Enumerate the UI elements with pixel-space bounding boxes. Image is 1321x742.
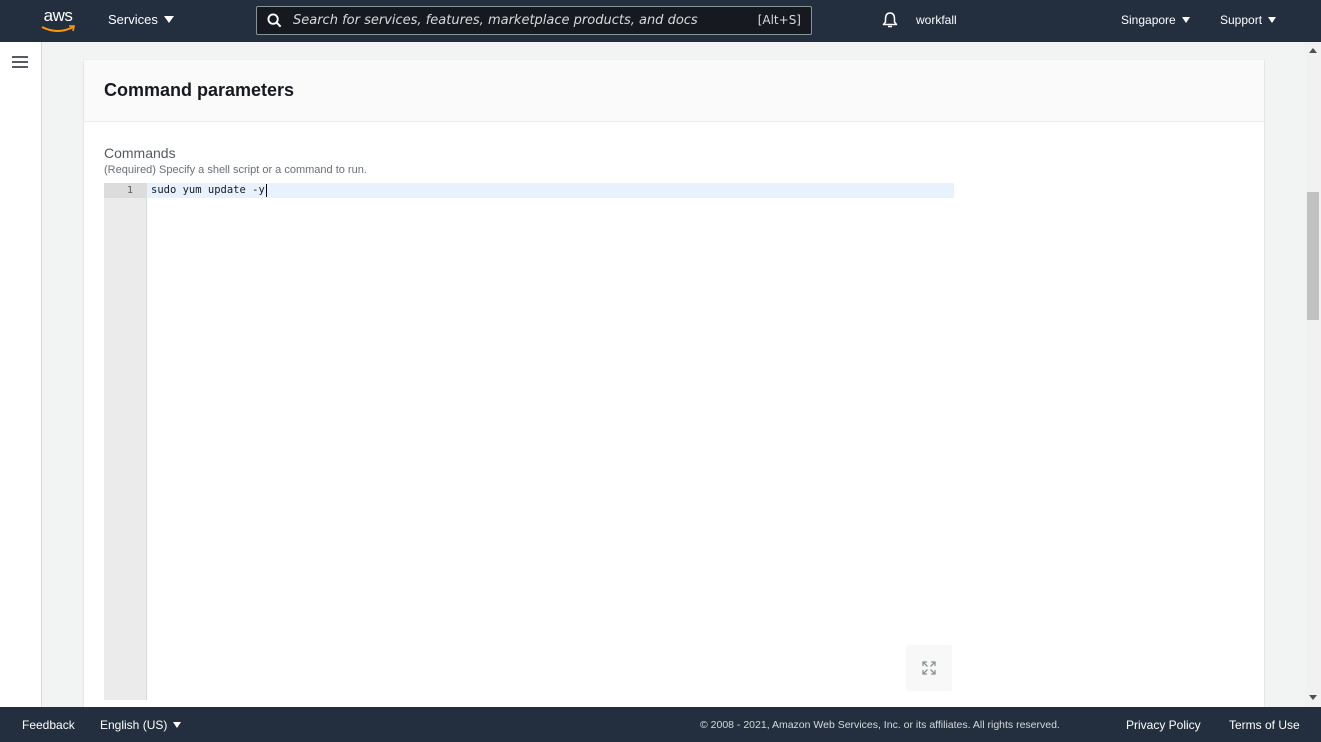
aws-smile-icon xyxy=(41,25,75,32)
language-label: English (US) xyxy=(100,718,168,732)
code-text: sudo yum update -y xyxy=(151,184,265,196)
expand-editor-button[interactable] xyxy=(906,645,952,691)
notifications-button[interactable] xyxy=(881,11,899,32)
expand-icon xyxy=(922,661,936,675)
account-menu[interactable]: workfall xyxy=(916,13,957,27)
bell-icon xyxy=(882,12,898,28)
scrollbar-thumb[interactable] xyxy=(1307,192,1319,320)
caret-down-icon xyxy=(1268,17,1277,23)
code-editor[interactable]: 1 sudo yum update -y xyxy=(104,183,954,700)
language-selector[interactable]: English (US) xyxy=(100,718,182,732)
support-label: Support xyxy=(1220,13,1263,27)
caret-down-icon xyxy=(163,16,174,23)
top-nav: aws Services [Alt+S] workfall Singapore … xyxy=(0,0,1321,42)
footer: Feedback English (US) © 2008 - 2021, Ama… xyxy=(0,707,1321,742)
aws-logo-text: aws xyxy=(43,6,73,25)
commands-label: Commands xyxy=(104,145,176,161)
page-scrollbar[interactable] xyxy=(1305,42,1321,707)
region-label: Singapore xyxy=(1121,13,1176,27)
caret-down-icon xyxy=(1181,17,1190,23)
aws-logo[interactable]: aws xyxy=(38,6,78,36)
region-selector[interactable]: Singapore xyxy=(1121,13,1190,27)
scroll-up-arrow-icon[interactable] xyxy=(1309,48,1317,53)
search-bar[interactable]: [Alt+S] xyxy=(256,6,812,35)
feedback-link[interactable]: Feedback xyxy=(22,718,75,732)
caret-down-icon xyxy=(173,722,182,728)
search-icon xyxy=(267,13,282,28)
code-line[interactable]: sudo yum update -y xyxy=(147,183,954,198)
command-parameters-panel: Command parameters Commands (Required) S… xyxy=(84,60,1264,720)
line-number: 1 xyxy=(104,183,147,198)
copyright-text: © 2008 - 2021, Amazon Web Services, Inc.… xyxy=(700,719,1060,731)
services-menu-button[interactable]: Services xyxy=(108,12,174,27)
panel-title: Command parameters xyxy=(104,80,295,100)
left-rail xyxy=(0,42,42,707)
editor-gutter: 1 xyxy=(104,183,147,700)
terms-of-use-link[interactable]: Terms of Use xyxy=(1229,718,1300,732)
search-shortcut-hint: [Alt+S] xyxy=(757,13,801,27)
text-cursor xyxy=(265,183,267,197)
search-input[interactable] xyxy=(293,9,733,32)
scroll-down-arrow-icon[interactable] xyxy=(1309,695,1317,700)
hamburger-icon[interactable] xyxy=(12,56,28,68)
services-label: Services xyxy=(108,12,158,27)
support-menu[interactable]: Support xyxy=(1220,13,1277,27)
privacy-policy-link[interactable]: Privacy Policy xyxy=(1126,718,1201,732)
commands-description: (Required) Specify a shell script or a c… xyxy=(104,164,367,176)
